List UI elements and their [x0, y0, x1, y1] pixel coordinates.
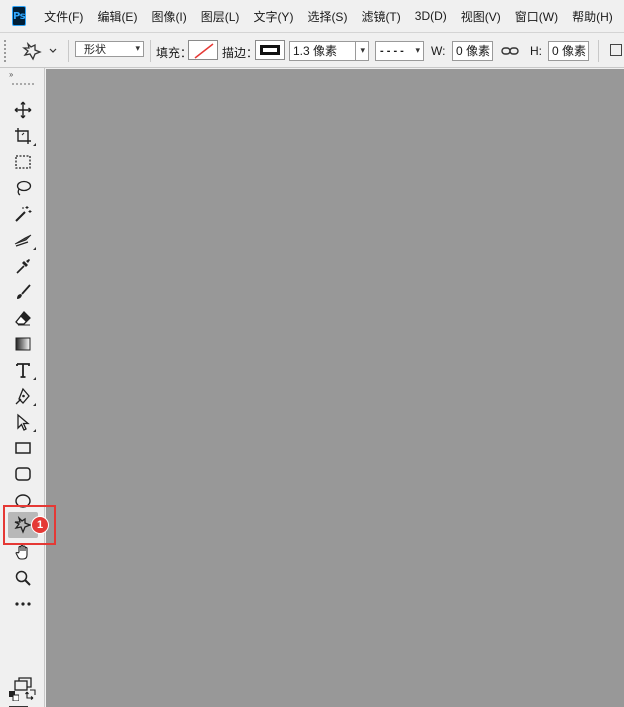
path-operations-icon[interactable] [610, 44, 622, 56]
menu-view[interactable]: 视图(V) [461, 8, 501, 25]
gradient-tool[interactable] [8, 332, 38, 356]
height-label: H: [530, 44, 542, 58]
ellipse-tool[interactable] [8, 488, 38, 512]
width-label: W: [431, 44, 446, 58]
step-badge: 1 [31, 516, 49, 534]
hand-icon [15, 544, 28, 560]
more-icon [15, 602, 31, 606]
submenu-indicator [33, 403, 36, 406]
rectangle-icon [15, 442, 31, 454]
menu-select[interactable]: 选择(S) [307, 8, 347, 25]
edit-toolbar-button[interactable] [8, 592, 38, 616]
zoom-tool[interactable] [8, 566, 38, 590]
submenu-indicator [33, 377, 36, 380]
pen-tool[interactable] [8, 384, 38, 408]
magic-wand-tool[interactable] [8, 202, 38, 226]
pen-icon [15, 387, 30, 405]
menu-file[interactable]: 文件(F) [44, 8, 83, 25]
ellipse-icon [15, 494, 31, 508]
slice-icon [14, 234, 32, 247]
path-selection-icon [17, 413, 30, 431]
eyedropper-icon [16, 259, 30, 274]
brush-tool[interactable] [8, 280, 38, 304]
panel-grip[interactable] [12, 83, 34, 85]
rectangular-marquee-icon [15, 155, 31, 169]
artboard-icon [15, 128, 31, 144]
document-canvas[interactable] [46, 69, 624, 707]
menu-edit[interactable]: 编辑(E) [97, 8, 137, 25]
width-field[interactable]: 0 像素 [452, 41, 493, 61]
move-icon [14, 101, 32, 119]
menu-filter[interactable]: 滤镜(T) [361, 8, 400, 25]
menu-type[interactable]: 文字(Y) [253, 8, 293, 25]
menu-3d[interactable]: 3D(D) [415, 9, 447, 23]
lasso-tool[interactable] [8, 176, 38, 200]
submenu-indicator [33, 247, 36, 250]
tools-panel: ›› [0, 68, 45, 707]
options-bar: 形状 ▾ 填充： 描边： 1.3 像素 ▾ - - - - ▾ W: 0 像素 … [0, 32, 624, 68]
tool-mode-select[interactable]: 形状 ▾ [75, 41, 144, 57]
chevron-down-icon: ▾ [135, 43, 140, 53]
brush-icon [17, 284, 31, 299]
stroke-swatch[interactable] [255, 40, 285, 60]
artboard-tool[interactable] [8, 124, 38, 148]
rounded-rectangle-icon [15, 467, 31, 481]
photoshop-logo[interactable]: Ps [12, 6, 27, 26]
chevron-down-icon: ▾ [415, 45, 420, 55]
lasso-icon [16, 180, 32, 196]
separator [150, 40, 151, 62]
move-tool[interactable] [8, 98, 38, 122]
chevron-down-icon [49, 48, 57, 53]
stroke-width-field[interactable]: 1.3 像素 [289, 41, 357, 61]
tool-mode-value: 形状 [84, 44, 106, 56]
link-icon[interactable] [501, 43, 519, 59]
marquee-tool[interactable] [8, 150, 38, 174]
custom-shape-icon [14, 516, 32, 534]
collapse-panel-icon[interactable]: ›› [9, 70, 13, 79]
menu-help[interactable]: 帮助(H) [572, 8, 613, 25]
options-bar-grip[interactable] [4, 40, 6, 62]
screen-mode-icon [14, 677, 32, 691]
stroke-width-dropdown[interactable]: ▾ [355, 41, 369, 61]
separator [68, 40, 69, 62]
fill-label: 填充： [156, 46, 193, 60]
submenu-indicator [33, 429, 36, 432]
menu-bar: Ps 文件(F) 编辑(E) 图像(I) 图层(L) 文字(Y) 选择(S) 滤… [0, 0, 624, 32]
eyedropper-tool[interactable] [8, 254, 38, 278]
stroke-preview [260, 45, 280, 55]
fill-swatch[interactable] [188, 40, 218, 60]
rounded-rectangle-tool[interactable] [8, 462, 38, 486]
height-field[interactable]: 0 像素 [548, 41, 589, 61]
path-selection-tool[interactable] [8, 410, 38, 434]
type-tool[interactable] [8, 358, 38, 382]
magic-wand-icon [15, 206, 32, 222]
hand-tool[interactable] [8, 540, 38, 564]
separator [598, 40, 599, 62]
stroke-label: 描边： [222, 46, 259, 60]
eraser-icon [15, 311, 31, 326]
zoom-icon [15, 570, 31, 586]
submenu-indicator [33, 143, 36, 146]
menu-window[interactable]: 窗口(W) [515, 8, 558, 25]
crop-tool[interactable] [8, 228, 38, 252]
eraser-tool[interactable] [8, 306, 38, 330]
tool-preset-picker[interactable] [22, 41, 62, 61]
stroke-style-value: - - - - [380, 45, 404, 57]
menu-layer[interactable]: 图层(L) [201, 8, 240, 25]
chevron-down-icon: ▾ [360, 45, 365, 55]
menu-image[interactable]: 图像(I) [151, 8, 186, 25]
stroke-style-select[interactable]: - - - - ▾ [375, 41, 424, 61]
screen-mode-button[interactable] [8, 672, 38, 696]
rectangle-tool[interactable] [8, 436, 38, 460]
custom-shape-icon [22, 41, 42, 61]
gradient-icon [15, 337, 31, 351]
no-fill-icon [194, 43, 214, 59]
type-icon [16, 363, 30, 378]
